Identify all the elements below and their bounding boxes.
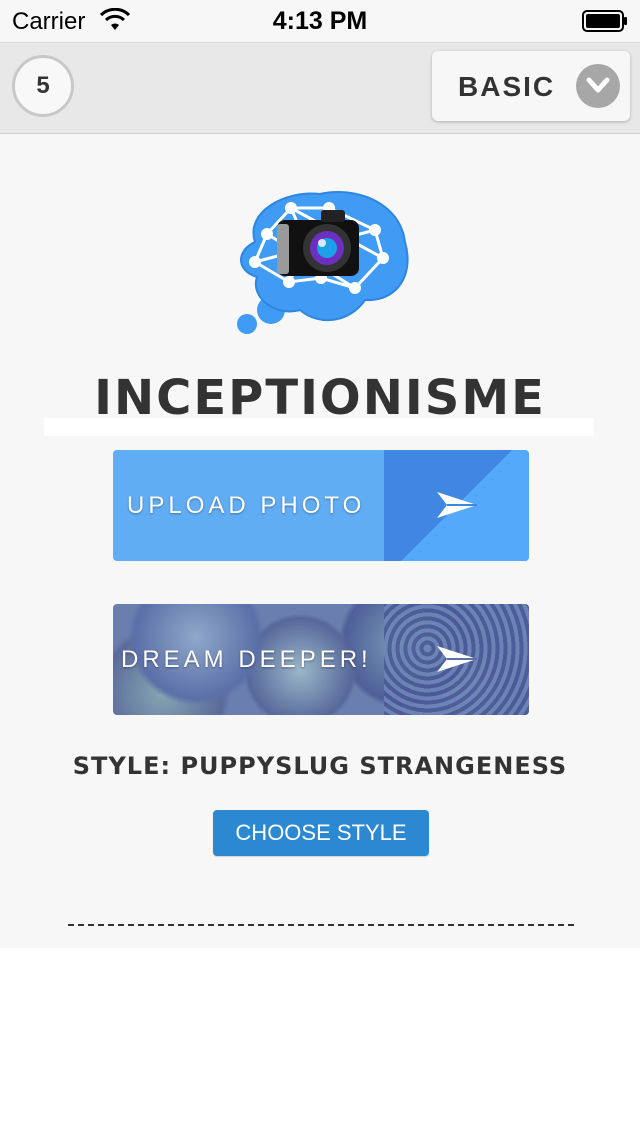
battery-icon xyxy=(582,10,627,32)
mode-label: BASIC xyxy=(458,71,556,102)
chevron-down-icon xyxy=(576,64,620,108)
mode-dropdown[interactable]: BASIC xyxy=(432,51,630,121)
main-panel: INCEPTIONISME UPLOAD PHOTO DREAM DEEPER!… xyxy=(0,134,640,948)
send-arrow-icon xyxy=(437,492,477,518)
brain-camera-logo xyxy=(237,191,409,334)
dashed-divider xyxy=(68,924,574,926)
count-badge[interactable]: 5 xyxy=(12,55,74,117)
style-label: STYLE: PUPPYSLUG STRANGENESS xyxy=(72,752,568,780)
title-underline xyxy=(44,418,594,436)
dream-deeper-button[interactable]: DREAM DEEPER! xyxy=(113,604,529,715)
upload-photo-button[interactable]: UPLOAD PHOTO xyxy=(113,450,529,561)
status-bar: Carrier 4:13 PM xyxy=(0,0,640,42)
send-arrow-icon xyxy=(437,646,477,672)
dream-deeper-label: DREAM DEEPER! xyxy=(121,646,372,673)
upload-photo-label: UPLOAD PHOTO xyxy=(127,492,366,519)
status-time: 4:13 PM xyxy=(272,7,368,35)
top-toolbar: 5 BASIC xyxy=(0,42,640,134)
choose-style-button[interactable]: CHOOSE STYLE xyxy=(213,810,429,856)
